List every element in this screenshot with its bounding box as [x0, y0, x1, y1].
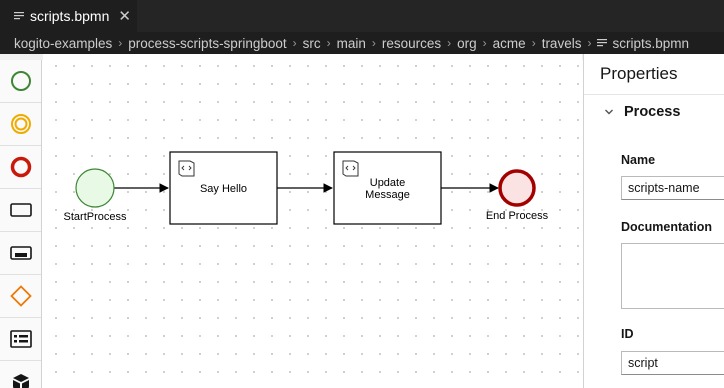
- breadcrumb-segment[interactable]: travels: [542, 36, 582, 51]
- task-icon: [9, 203, 32, 217]
- diagram-canvas[interactable]: StartProcess Say Hello Update Message En…: [43, 54, 582, 388]
- chevron-right-icon: ›: [118, 36, 123, 50]
- gateway-icon: [9, 285, 32, 307]
- palette-custom-tasks[interactable]: [0, 361, 41, 388]
- breadcrumb-segment[interactable]: src: [303, 36, 321, 51]
- close-icon[interactable]: ✕: [118, 7, 131, 25]
- breadcrumb-segment[interactable]: resources: [382, 36, 441, 51]
- task-update-message[interactable]: Update Message: [333, 151, 442, 225]
- package-icon: [12, 374, 29, 388]
- palette-end-events[interactable]: [0, 146, 41, 189]
- subprocess-icon: [9, 246, 32, 260]
- chevron-right-icon: ›: [326, 36, 331, 50]
- end-event-label: End Process: [486, 210, 549, 222]
- breadcrumb-segment[interactable]: main: [337, 36, 366, 51]
- breadcrumb-segment[interactable]: acme: [493, 36, 526, 51]
- start-event-icon: [10, 71, 31, 91]
- chevron-down-icon: [605, 109, 613, 115]
- task-say-hello[interactable]: Say Hello: [169, 151, 278, 225]
- chevron-right-icon: ›: [482, 36, 487, 50]
- breadcrumb: kogito-examples › process-scripts-spring…: [0, 32, 724, 54]
- chevron-right-icon: ›: [292, 36, 297, 50]
- file-lines-icon: [14, 12, 24, 20]
- task-label: Say Hello: [200, 183, 247, 195]
- task-label-line1: Update: [370, 177, 405, 189]
- section-process-toggle[interactable]: Process: [604, 104, 680, 120]
- id-input[interactable]: script: [621, 351, 724, 375]
- tab-scripts-bpmn[interactable]: scripts.bpmn ✕: [0, 0, 137, 32]
- palette-intermediate-events[interactable]: [0, 103, 41, 146]
- breadcrumb-file[interactable]: scripts.bpmn: [612, 36, 689, 51]
- properties-panel: Properties Process Name scripts-name Doc…: [583, 54, 724, 388]
- documentation-textarea[interactable]: [621, 243, 724, 309]
- file-lines-icon: [597, 39, 608, 47]
- documentation-label: Documentation: [621, 220, 712, 234]
- script-icon: [178, 160, 195, 177]
- end-event[interactable]: [498, 169, 536, 207]
- palette-start-events[interactable]: [0, 60, 41, 103]
- script-icon: [342, 160, 359, 177]
- breadcrumb-segment[interactable]: process-scripts-springboot: [128, 36, 286, 51]
- id-label: ID: [621, 327, 634, 341]
- chevron-right-icon: ›: [531, 36, 536, 50]
- palette-data-objects[interactable]: [0, 318, 41, 361]
- chevron-right-icon: ›: [447, 36, 452, 50]
- properties-title: Properties: [600, 64, 678, 83]
- editor-tab-bar: scripts.bpmn ✕: [0, 0, 724, 32]
- name-label: Name: [621, 153, 656, 167]
- end-event-icon: [10, 156, 31, 178]
- start-event-label: StartProcess: [64, 211, 127, 223]
- data-object-icon: [9, 330, 32, 348]
- task-label-line2: Message: [365, 189, 410, 201]
- section-title: Process: [624, 104, 681, 120]
- palette-gateways[interactable]: [0, 275, 41, 318]
- intermediate-event-icon: [10, 114, 31, 134]
- palette-subprocesses[interactable]: [0, 232, 41, 275]
- chevron-right-icon: ›: [587, 36, 592, 50]
- bpmn-diagram: StartProcess Say Hello Update Message En…: [64, 151, 549, 225]
- shape-palette: [0, 60, 42, 388]
- start-event[interactable]: [75, 168, 115, 208]
- breadcrumb-segment[interactable]: kogito-examples: [14, 36, 112, 51]
- name-input[interactable]: scripts-name: [621, 176, 724, 200]
- palette-tasks[interactable]: [0, 189, 41, 232]
- breadcrumb-segment[interactable]: org: [457, 36, 477, 51]
- tab-title: scripts.bpmn: [30, 8, 110, 24]
- divider: [584, 94, 724, 95]
- chevron-right-icon: ›: [371, 36, 376, 50]
